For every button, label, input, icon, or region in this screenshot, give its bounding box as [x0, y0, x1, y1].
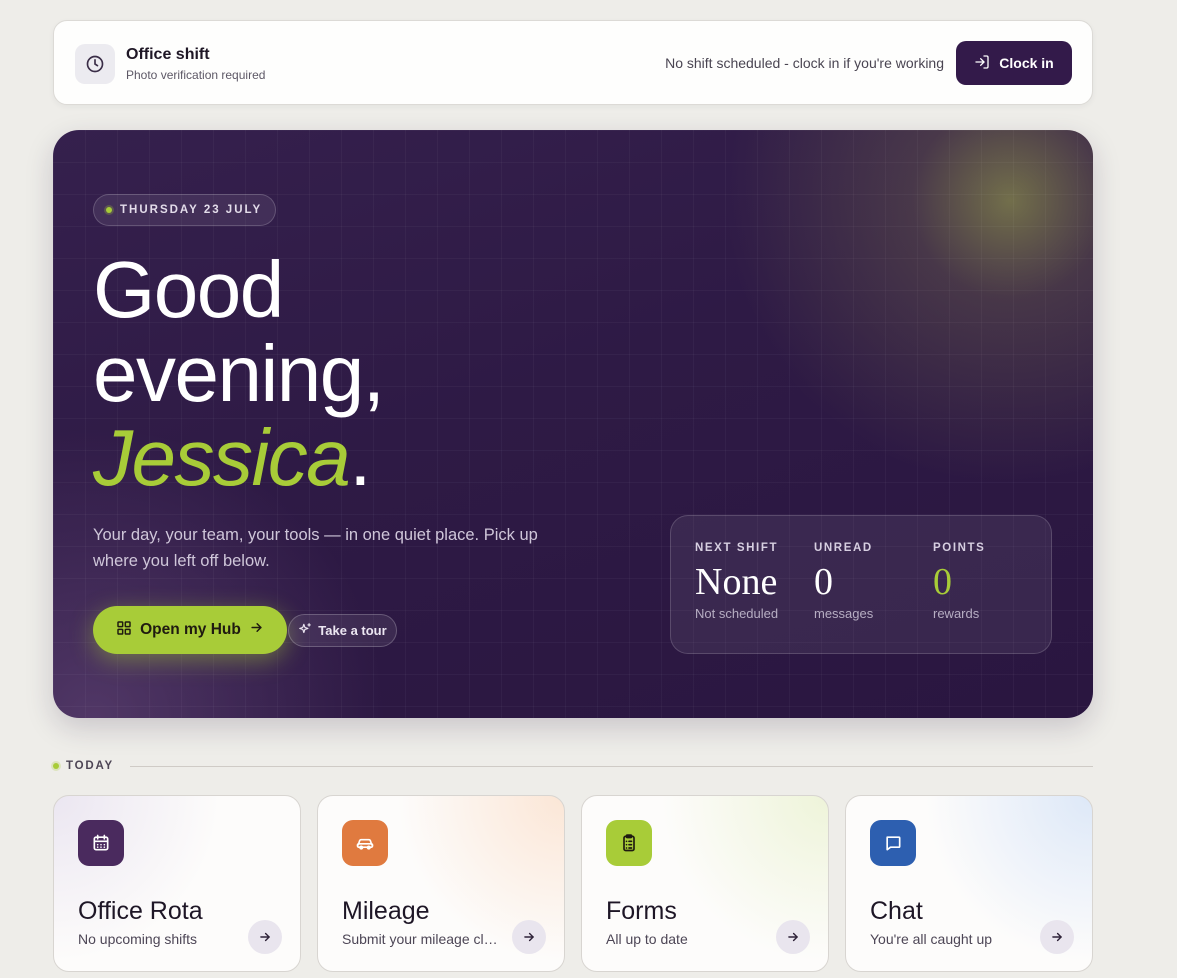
card-subtitle: Submit your mileage claims [342, 931, 502, 947]
clock-in-button[interactable]: Clock in [956, 41, 1072, 85]
open-hub-button[interactable]: Open my Hub [93, 606, 287, 654]
greeting-name-line: Jessica. [93, 416, 383, 500]
card-title: Forms [606, 897, 677, 925]
stat-value: 0 [933, 561, 952, 603]
car-icon [342, 820, 388, 866]
arrow-right-icon [524, 932, 534, 942]
arrow-right-icon [1052, 932, 1062, 942]
arrow-right-icon [788, 932, 798, 942]
card-subtitle: All up to date [606, 931, 688, 947]
stat-unread: UNREAD 0 messages [814, 542, 873, 621]
stat-label: UNREAD [814, 542, 873, 554]
card-mileage[interactable]: Mileage Submit your mileage claims [317, 795, 565, 972]
shift-bar: Office shift Photo verification required… [53, 20, 1093, 105]
stat-caption: messages [814, 606, 874, 621]
arrow-right-icon [249, 620, 264, 640]
stat-value: 0 [814, 561, 833, 603]
greeting-line-1: Good [93, 245, 284, 334]
greeting-line-2: evening, [93, 329, 385, 418]
open-hub-label: Open my Hub [140, 621, 241, 638]
card-subtitle: You're all caught up [870, 931, 993, 947]
hero-card: THURSDAY 23 JULY Good evening, Jessica. … [53, 130, 1093, 718]
status-dot-icon [53, 763, 59, 769]
calendar-icon [78, 820, 124, 866]
greeting-period: . [349, 413, 371, 502]
today-section-header: TODAY [53, 758, 1093, 774]
stat-label: POINTS [933, 542, 986, 554]
stats-panel: NEXT SHIFT None Not scheduled UNREAD 0 m… [670, 515, 1052, 654]
user-name: Jessica [93, 413, 351, 502]
card-title: Chat [870, 897, 923, 925]
stat-caption: Not scheduled [695, 606, 779, 621]
stat-label: NEXT SHIFT [695, 542, 779, 554]
divider [130, 765, 1093, 767]
sparkle-icon [298, 622, 312, 639]
grid-icon [116, 620, 132, 641]
card-chat[interactable]: Chat You're all caught up [845, 795, 1093, 972]
card-title: Office Rota [78, 897, 203, 925]
open-forms-button[interactable] [776, 920, 810, 954]
stat-points: POINTS 0 rewards [933, 542, 985, 621]
take-tour-label: Take a tour [318, 623, 387, 638]
date-badge: THURSDAY 23 JULY [93, 194, 277, 226]
arrow-right-icon [260, 932, 270, 942]
card-forms[interactable]: Forms All up to date [581, 795, 829, 972]
stat-next-shift: NEXT SHIFT None Not scheduled [695, 542, 778, 621]
clock-in-label: Clock in [999, 55, 1054, 71]
open-office-rota-button[interactable] [248, 920, 282, 954]
clipboard-icon [606, 820, 652, 866]
status-dot-icon [106, 207, 112, 213]
stat-value: None [695, 561, 778, 603]
login-icon [974, 54, 990, 73]
card-subtitle: No upcoming shifts [78, 931, 198, 947]
card-title: Mileage [342, 897, 430, 925]
shift-title: Office shift [126, 46, 210, 63]
today-label-text: TODAY [66, 760, 114, 772]
card-office-rota[interactable]: Office Rota No upcoming shifts [53, 795, 301, 972]
shift-subtitle: Photo verification required [126, 68, 266, 82]
take-tour-button[interactable]: Take a tour [288, 614, 397, 647]
open-chat-button[interactable] [1040, 920, 1074, 954]
today-label: TODAY [53, 760, 114, 772]
open-mileage-button[interactable] [512, 920, 546, 954]
stat-caption: rewards [933, 606, 980, 621]
chat-icon [870, 820, 916, 866]
date-text: THURSDAY 23 JULY [120, 204, 263, 216]
clock-icon [75, 44, 115, 84]
hero-description: Your day, your team, your tools — in one… [93, 526, 538, 570]
greeting-heading: Good evening, Jessica. [93, 245, 385, 500]
shift-status-text: No shift scheduled - clock in if you're … [665, 55, 944, 71]
